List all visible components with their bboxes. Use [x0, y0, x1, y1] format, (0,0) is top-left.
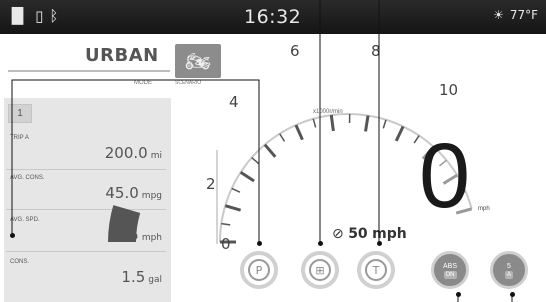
callout-dot — [10, 233, 15, 238]
callout-dot — [377, 241, 382, 246]
callout-lines — [11, 0, 513, 302]
callout-dot — [257, 241, 262, 246]
callout-dot — [456, 292, 461, 297]
callout-dot — [510, 292, 515, 297]
callout-dot — [318, 241, 323, 246]
